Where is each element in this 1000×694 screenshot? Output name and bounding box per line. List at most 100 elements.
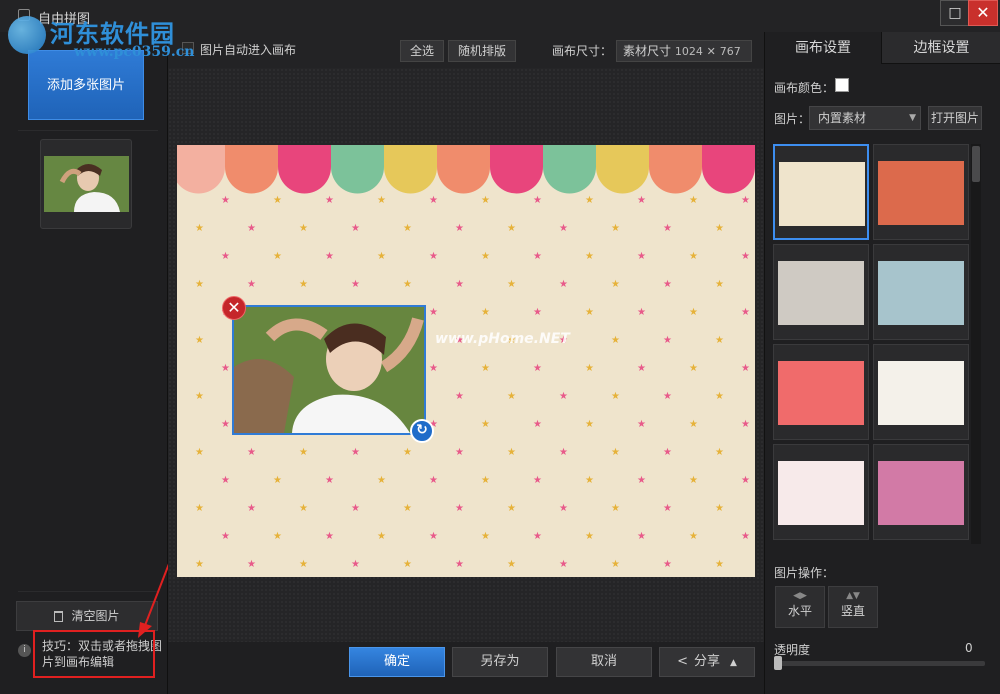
- template-tile-grey-sketch[interactable]: [773, 244, 869, 340]
- template-tile-white-town[interactable]: [873, 344, 969, 440]
- template-tile-pink-tree[interactable]: [773, 444, 869, 540]
- star-decoration: ★: [533, 307, 542, 318]
- star-decoration: ★: [429, 531, 438, 542]
- star-decoration: ★: [403, 559, 412, 570]
- canvas-height[interactable]: 767: [720, 45, 741, 58]
- star-decoration: ★: [507, 559, 516, 570]
- canvas-color-swatch[interactable]: [835, 78, 849, 92]
- canvas-width[interactable]: 1024: [675, 45, 703, 58]
- star-decoration: ★: [351, 503, 360, 514]
- star-decoration: ★: [585, 251, 594, 262]
- star-decoration: ★: [611, 223, 620, 234]
- star-decoration: ★: [481, 363, 490, 374]
- star-decoration: ★: [403, 279, 412, 290]
- star-decoration: ★: [403, 503, 412, 514]
- star-decoration: ★: [637, 475, 646, 486]
- star-decoration: ★: [715, 223, 724, 234]
- star-decoration: ★: [299, 279, 308, 290]
- star-decoration: ★: [715, 503, 724, 514]
- canvas-size-selector[interactable]: 素材尺寸 1024 ✕ 767: [616, 40, 752, 62]
- star-decoration: ★: [455, 447, 464, 458]
- scallop-decoration: [596, 145, 649, 194]
- template-tile-magenta-gift[interactable]: [873, 444, 969, 540]
- auto-enter-checkbox[interactable]: [182, 42, 194, 54]
- star-decoration: ★: [611, 503, 620, 514]
- opacity-value: 0: [965, 641, 973, 655]
- save-as-button[interactable]: 另存为: [452, 647, 548, 677]
- image-source-select[interactable]: 内置素材 ▼: [809, 106, 921, 130]
- rotate-photo-icon[interactable]: ↻: [410, 419, 434, 443]
- maximize-button[interactable]: □: [940, 0, 970, 26]
- image-thumbnail[interactable]: [40, 139, 132, 229]
- star-decoration: ★: [611, 335, 620, 346]
- placed-photo[interactable]: [232, 305, 426, 435]
- confirm-button[interactable]: 确定: [349, 647, 445, 677]
- star-decoration: ★: [377, 475, 386, 486]
- opacity-slider-handle[interactable]: [774, 656, 782, 670]
- star-decoration: ★: [377, 251, 386, 262]
- star-decoration: ★: [559, 503, 568, 514]
- collage-canvas[interactable]: ★ ★ ★ ★ ★ ★ ★ ★ ★ ★ ★ ★ ★ ★ ★ ★ ★ ★ ★ ★ ★ ★ ★ ★ ★ ★ ★ ★ ★ ★ ★ ★ ★ ★ ★ ★ ★ ★ ★ ★…: [177, 145, 755, 577]
- star-decoration: ★: [637, 307, 646, 318]
- star-decoration: ★: [247, 279, 256, 290]
- tab-border-settings[interactable]: 边框设置: [881, 32, 1000, 64]
- star-decoration: ★: [663, 223, 672, 234]
- share-icon: <: [677, 654, 688, 669]
- delete-photo-icon[interactable]: ✕: [222, 296, 246, 320]
- select-all-button[interactable]: 全选: [400, 40, 444, 62]
- image-ops-label: 图片操作：: [774, 566, 835, 580]
- star-decoration: ★: [689, 195, 698, 206]
- star-decoration: ★: [481, 195, 490, 206]
- template-tile-blue-daisies[interactable]: [873, 244, 969, 340]
- scallop-decoration: [225, 145, 278, 194]
- star-decoration: ★: [559, 223, 568, 234]
- star-decoration: ★: [507, 503, 516, 514]
- star-decoration: ★: [429, 195, 438, 206]
- template-scrollbar[interactable]: [971, 144, 981, 544]
- star-decoration: ★: [195, 559, 204, 570]
- template-preview: [778, 461, 864, 525]
- star-decoration: ★: [663, 503, 672, 514]
- close-button[interactable]: ✕: [968, 0, 998, 26]
- size-mode: 素材尺寸: [623, 44, 672, 58]
- scrollbar-thumb[interactable]: [972, 146, 980, 182]
- flip-horizontal-button[interactable]: ◀▶ 水平: [775, 586, 825, 628]
- open-image-button[interactable]: 打开图片: [928, 106, 982, 130]
- star-decoration: ★: [247, 559, 256, 570]
- template-preview: [779, 162, 865, 226]
- star-decoration: ★: [195, 335, 204, 346]
- image-source-label: 图片：: [774, 112, 811, 126]
- flip-vertical-button[interactable]: ▲▼ 竖直: [828, 586, 878, 628]
- star-decoration: ★: [637, 363, 646, 374]
- opacity-slider-track[interactable]: [775, 661, 985, 666]
- share-button[interactable]: < 分享 ▲: [659, 647, 755, 677]
- star-decoration: ★: [585, 307, 594, 318]
- template-tile-scallop-stars[interactable]: [773, 144, 869, 240]
- times-sign: ✕: [706, 45, 716, 58]
- star-decoration: ★: [715, 279, 724, 290]
- star-decoration: ★: [585, 195, 594, 206]
- star-decoration: ★: [611, 279, 620, 290]
- star-decoration: ★: [481, 307, 490, 318]
- star-decoration: ★: [273, 531, 282, 542]
- template-preview: [778, 261, 864, 325]
- random-layout-button[interactable]: 随机排版: [448, 40, 516, 62]
- template-tile-red-bunny[interactable]: [773, 344, 869, 440]
- add-images-button[interactable]: 添加多张图片: [28, 50, 144, 120]
- tab-canvas-settings[interactable]: 画布设置: [765, 32, 881, 64]
- star-decoration: ★: [429, 251, 438, 262]
- cancel-button[interactable]: 取消: [556, 647, 652, 677]
- clear-images-label: 清空图片: [71, 609, 120, 623]
- template-tile-orange-minimal[interactable]: [873, 144, 969, 240]
- image-thumbnail-list: [18, 130, 158, 592]
- star-decoration: ★: [455, 503, 464, 514]
- star-decoration: ★: [585, 419, 594, 430]
- star-decoration: ★: [481, 531, 490, 542]
- star-decoration: ★: [741, 307, 750, 318]
- star-decoration: ★: [559, 559, 568, 570]
- star-decoration: ★: [741, 251, 750, 262]
- star-decoration: ★: [663, 559, 672, 570]
- template-preview: [878, 361, 964, 425]
- star-decoration: ★: [741, 363, 750, 374]
- star-decoration: ★: [403, 223, 412, 234]
